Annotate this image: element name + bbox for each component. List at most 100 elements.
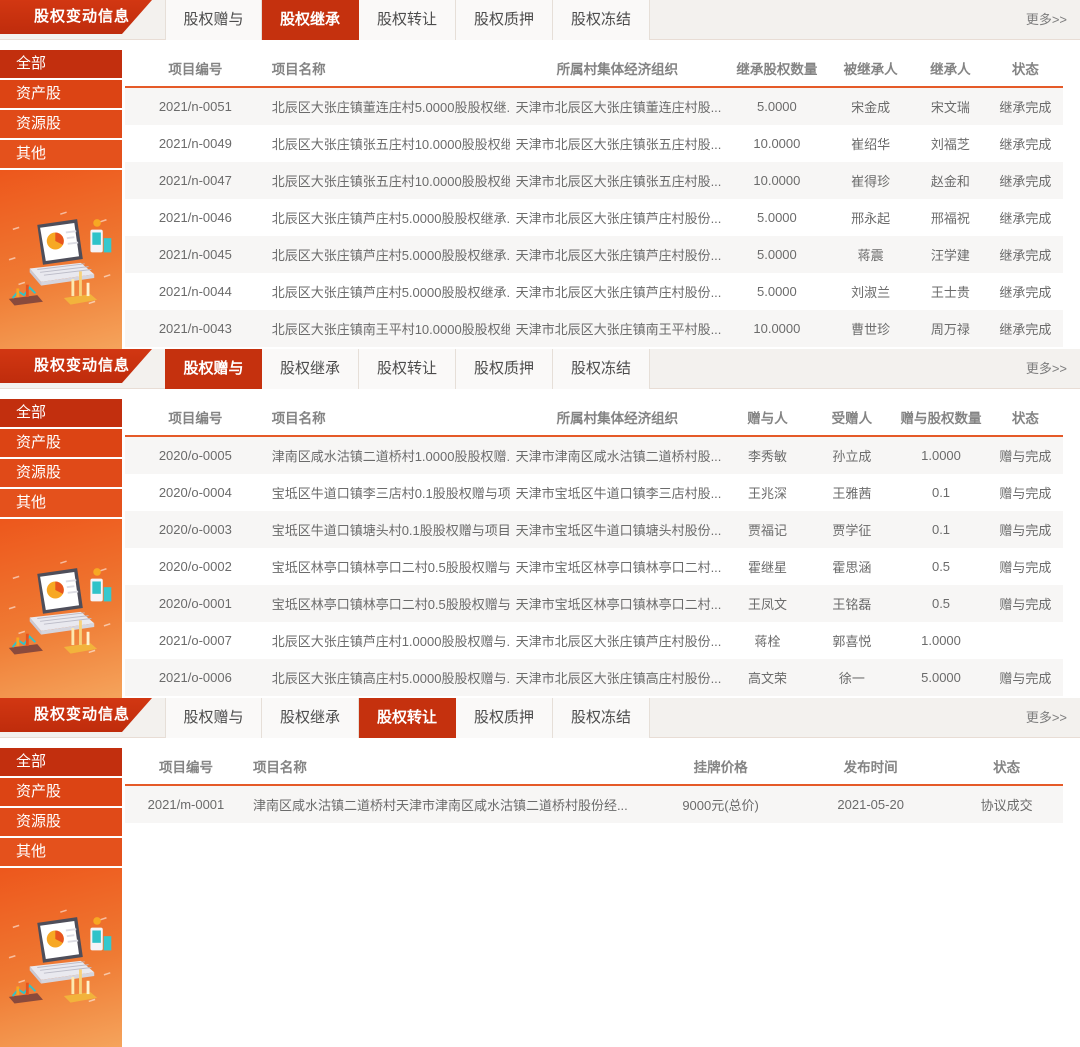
table-cell: 高文荣 xyxy=(725,668,809,687)
table-cell: 汪学建 xyxy=(913,245,988,264)
table-cell: 0.5 xyxy=(894,559,988,574)
table-cell: 0.5 xyxy=(894,596,988,611)
table-cell: 周万禄 xyxy=(913,319,988,338)
tab-2-active[interactable]: 股权继承 xyxy=(262,0,359,40)
table-header-row: 项目编号项目名称所属村集体经济组织赠与人受赠人赠与股权数量状态 xyxy=(125,399,1063,437)
table-row[interactable]: 2021/n-0049北辰区大张庄镇张五庄村10.0000股股权继...天津市北… xyxy=(125,125,1063,162)
tab-4[interactable]: 股权质押 xyxy=(456,349,553,389)
sidebar-illustration xyxy=(0,519,122,698)
data-table: 项目编号项目名称挂牌价格发布时间状态 2021/m-0001津南区咸水沽镇二道桥… xyxy=(125,748,1063,1047)
more-link[interactable]: 更多>> xyxy=(1026,349,1067,389)
table-row[interactable]: 2021/o-0007北辰区大张庄镇芦庄村1.0000股股权赠与...天津市北辰… xyxy=(125,622,1063,659)
laptop-charts-icon xyxy=(5,557,117,661)
tab-2[interactable]: 股权继承 xyxy=(262,698,359,738)
tab-5[interactable]: 股权冻结 xyxy=(553,0,650,40)
sidebar-nav: 全部资产股资源股其他 xyxy=(0,399,122,519)
table-row[interactable]: 2021/n-0047北辰区大张庄镇张五庄村10.0000股股权继...天津市北… xyxy=(125,162,1063,199)
table-cell: 赠与完成 xyxy=(988,557,1063,576)
table-cell: 天津市宝坻区林亭口镇林亭口二村... xyxy=(510,557,726,576)
table-cell: 5.0000 xyxy=(725,210,828,225)
sidebar-item-1[interactable]: 全部 xyxy=(0,50,122,78)
sidebar-item-3[interactable]: 资源股 xyxy=(0,110,122,138)
table-cell: 天津市北辰区大张庄镇芦庄村股份... xyxy=(510,282,726,301)
table-cell: 宋文瑞 xyxy=(913,97,988,116)
sidebar-item-3[interactable]: 资源股 xyxy=(0,808,122,836)
column-header: 继承人 xyxy=(913,58,988,78)
tab-4[interactable]: 股权质押 xyxy=(456,698,553,738)
table-row[interactable]: 2021/n-0043北辰区大张庄镇南王平村10.0000股股权继...天津市北… xyxy=(125,310,1063,347)
tab-2[interactable]: 股权继承 xyxy=(262,349,359,389)
table-cell: 王雅茜 xyxy=(810,483,894,502)
tab-5[interactable]: 股权冻结 xyxy=(553,698,650,738)
tab-bar: 股权赠与股权继承股权转让股权质押股权冻结 xyxy=(165,0,650,40)
table-cell: 2020/o-0002 xyxy=(125,559,266,574)
table-cell: 5.0000 xyxy=(725,284,828,299)
table-cell: 赵金和 xyxy=(913,171,988,190)
column-header: 赠与人 xyxy=(725,407,809,427)
table-cell: 继承完成 xyxy=(988,134,1063,153)
sidebar-item-1[interactable]: 全部 xyxy=(0,399,122,427)
sidebar-item-4[interactable]: 其他 xyxy=(0,489,122,517)
table-cell: 2021/n-0049 xyxy=(125,136,266,151)
tab-3[interactable]: 股权转让 xyxy=(359,349,456,389)
table-cell: 1.0000 xyxy=(894,633,988,648)
tab-bar: 股权赠与股权继承股权转让股权质押股权冻结 xyxy=(165,698,650,738)
table-cell: 宝坻区牛道口镇塘头村0.1股股权赠与项目 xyxy=(266,520,510,539)
section: 股权变动信息 股权赠与股权继承股权转让股权质押股权冻结 更多>> 全部资产股资源… xyxy=(0,349,1080,698)
table-cell: 天津市北辰区大张庄镇张五庄村股... xyxy=(510,171,726,190)
table-cell: 5.0000 xyxy=(894,670,988,685)
column-header: 发布时间 xyxy=(791,756,950,776)
table-cell: 赠与完成 xyxy=(988,520,1063,539)
table-cell: 9000元(总价) xyxy=(650,795,791,814)
column-header: 状态 xyxy=(950,756,1063,776)
more-link[interactable]: 更多>> xyxy=(1026,0,1067,40)
tab-1-active[interactable]: 股权赠与 xyxy=(165,349,262,389)
sidebar: 全部资产股资源股其他 xyxy=(0,748,122,1047)
sidebar-item-3[interactable]: 资源股 xyxy=(0,459,122,487)
column-header: 状态 xyxy=(988,407,1063,427)
sidebar-item-2[interactable]: 资产股 xyxy=(0,80,122,108)
table-cell: 赠与完成 xyxy=(988,668,1063,687)
header-gap xyxy=(0,738,1080,748)
sidebar-item-4[interactable]: 其他 xyxy=(0,838,122,866)
table-row[interactable]: 2021/n-0051北辰区大张庄镇董连庄村5.0000股股权继...天津市北辰… xyxy=(125,88,1063,125)
table-cell: 继承完成 xyxy=(988,319,1063,338)
sidebar-item-2[interactable]: 资产股 xyxy=(0,778,122,806)
table-row[interactable]: 2021/m-0001津南区咸水沽镇二道桥村天津市津南区咸水沽镇二道桥村股份经.… xyxy=(125,786,1063,823)
table-row[interactable]: 2021/n-0045北辰区大张庄镇芦庄村5.0000股股权继承...天津市北辰… xyxy=(125,236,1063,273)
table-cell: 天津市宝坻区牛道口镇塘头村股份... xyxy=(510,520,726,539)
tab-3-active[interactable]: 股权转让 xyxy=(359,698,456,738)
equity-change-portal: 股权变动信息 股权赠与股权继承股权转让股权质押股权冻结 更多>> 全部资产股资源… xyxy=(0,0,1080,1047)
sidebar-illustration xyxy=(0,868,122,1047)
table-cell: 天津市宝坻区牛道口镇李三店村股... xyxy=(510,483,726,502)
sidebar: 全部资产股资源股其他 xyxy=(0,50,122,349)
table-cell: 北辰区大张庄镇南王平村10.0000股股权继... xyxy=(266,319,510,338)
tab-1[interactable]: 股权赠与 xyxy=(165,0,262,40)
tab-1[interactable]: 股权赠与 xyxy=(165,698,262,738)
table-cell: 王兆深 xyxy=(725,483,809,502)
table-cell: 宝坻区牛道口镇李三店村0.1股股权赠与项目 xyxy=(266,483,510,502)
table-cell: 天津市北辰区大张庄镇芦庄村股份... xyxy=(510,245,726,264)
table-cell: 北辰区大张庄镇张五庄村10.0000股股权继... xyxy=(266,134,510,153)
table-cell: 刘福芝 xyxy=(913,134,988,153)
table-row[interactable]: 2020/o-0005津南区咸水沽镇二道桥村1.0000股股权赠...天津市津南… xyxy=(125,437,1063,474)
table-row[interactable]: 2020/o-0003宝坻区牛道口镇塘头村0.1股股权赠与项目天津市宝坻区牛道口… xyxy=(125,511,1063,548)
tab-4[interactable]: 股权质押 xyxy=(456,0,553,40)
table-row[interactable]: 2020/o-0002宝坻区林亭口镇林亭口二村0.5股股权赠与...天津市宝坻区… xyxy=(125,548,1063,585)
table-row[interactable]: 2021/o-0006北辰区大张庄镇高庄村5.0000股股权赠与...天津市北辰… xyxy=(125,659,1063,696)
tab-5[interactable]: 股权冻结 xyxy=(553,349,650,389)
sidebar-item-1[interactable]: 全部 xyxy=(0,748,122,776)
table-row[interactable]: 2020/o-0004宝坻区牛道口镇李三店村0.1股股权赠与项目天津市宝坻区牛道… xyxy=(125,474,1063,511)
table-row[interactable]: 2021/n-0044北辰区大张庄镇芦庄村5.0000股股权继承...天津市北辰… xyxy=(125,273,1063,310)
table-cell: 津南区咸水沽镇二道桥村1.0000股股权赠... xyxy=(266,446,510,465)
table-row[interactable]: 2020/o-0001宝坻区林亭口镇林亭口二村0.5股股权赠与...天津市宝坻区… xyxy=(125,585,1063,622)
table-row[interactable]: 2021/n-0046北辰区大张庄镇芦庄村5.0000股股权继承...天津市北辰… xyxy=(125,199,1063,236)
laptop-charts-icon xyxy=(5,906,117,1010)
table-cell: 5.0000 xyxy=(725,247,828,262)
sidebar-item-4[interactable]: 其他 xyxy=(0,140,122,168)
table-cell: 2021/o-0006 xyxy=(125,670,266,685)
sidebar-item-2[interactable]: 资产股 xyxy=(0,429,122,457)
more-link[interactable]: 更多>> xyxy=(1026,698,1067,738)
tab-3[interactable]: 股权转让 xyxy=(359,0,456,40)
table-cell: 2021/n-0047 xyxy=(125,173,266,188)
